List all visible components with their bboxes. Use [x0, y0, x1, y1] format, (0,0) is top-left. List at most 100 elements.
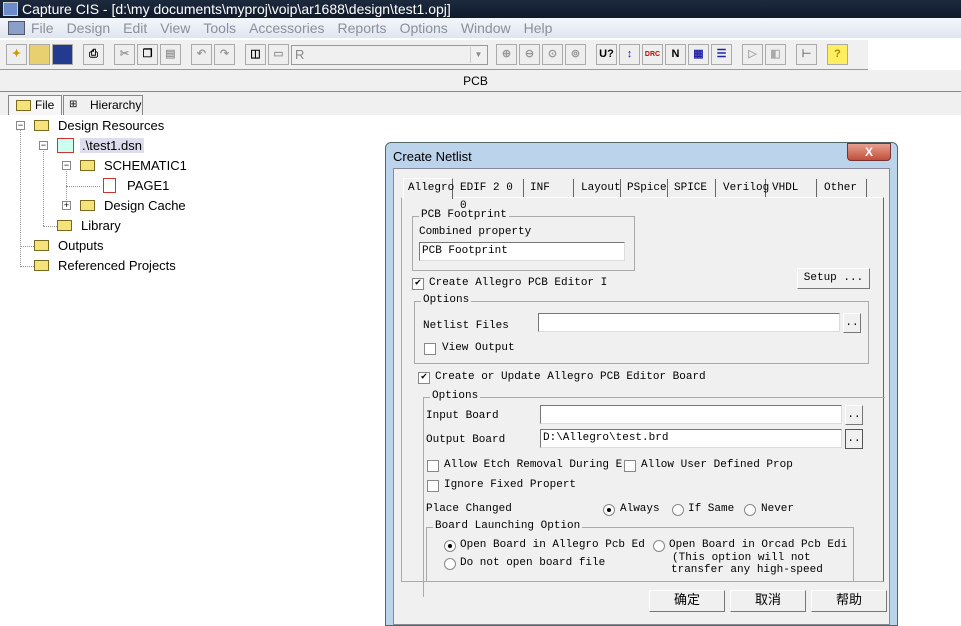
create-update-checkbox[interactable]: ✔ — [418, 372, 430, 384]
tab-layout[interactable]: Layout — [577, 179, 621, 198]
new-icon[interactable]: ✦ — [6, 44, 27, 65]
document-menu-icon[interactable] — [8, 21, 25, 35]
place-changed-label: Place Changed — [426, 503, 512, 515]
menu-options[interactable]: Options — [400, 20, 448, 36]
paste-icon[interactable]: ▤ — [160, 44, 181, 65]
netlist-browse-button[interactable]: .. — [843, 313, 861, 333]
expand-toggle[interactable]: + — [62, 201, 71, 210]
redo-icon[interactable]: ↷ — [214, 44, 235, 65]
chevron-down-icon[interactable]: ▼ — [470, 46, 486, 63]
place-if-same-label: If Same — [688, 503, 735, 515]
tree-node-design-cache[interactable]: Design Cache — [104, 198, 186, 213]
launch-none-radio[interactable] — [444, 558, 456, 570]
help-icon[interactable]: ? — [827, 44, 848, 65]
tab-verilog[interactable]: Verilog — [719, 179, 769, 198]
tree-node-referenced-projects[interactable]: Referenced Projects — [58, 258, 176, 273]
input-board-browse-button[interactable]: .. — [845, 405, 863, 425]
project-icon[interactable]: ◧ — [765, 44, 786, 65]
tab-other[interactable]: Other — [820, 179, 867, 198]
menu-edit[interactable]: Edit — [123, 20, 147, 36]
menu-design[interactable]: Design — [67, 20, 111, 36]
tree-node-schematic1[interactable]: SCHEMATIC1 — [104, 158, 187, 173]
save-icon[interactable] — [52, 44, 73, 65]
menu-reports[interactable]: Reports — [338, 20, 387, 36]
annotate-icon[interactable]: U? — [596, 44, 617, 65]
options-group-2: Options Input Board .. Output Board D:\A… — [423, 390, 885, 597]
close-button[interactable]: X — [847, 143, 891, 161]
place-never-radio[interactable] — [744, 504, 756, 516]
tab-edif[interactable]: EDIF 2 0 0 — [456, 179, 524, 212]
menu-accessories[interactable]: Accessories — [249, 20, 324, 36]
zoom-all-icon[interactable]: ⊚ — [565, 44, 586, 65]
zoom-out-icon[interactable]: ⊖ — [519, 44, 540, 65]
allow-etch-label: Allow Etch Removal During E — [444, 459, 623, 471]
create-allegro-checkbox[interactable]: ✔ — [412, 278, 424, 290]
combined-property-label: Combined property — [419, 226, 532, 238]
help-button[interactable]: 帮助 — [811, 590, 887, 612]
launch-orcad-radio[interactable] — [653, 540, 665, 552]
output-board-label: Output Board — [426, 434, 506, 446]
cut-icon[interactable]: ✂ — [114, 44, 135, 65]
folder-open-icon — [80, 160, 95, 171]
tab-pspice[interactable]: PSpice — [623, 179, 668, 198]
cross-ref-icon[interactable]: ▦ — [688, 44, 709, 65]
title-bar: Capture CIS - [d:\my documents\myproj\vo… — [0, 0, 961, 18]
view-output-checkbox[interactable] — [424, 343, 436, 355]
input-board-input[interactable] — [540, 405, 842, 424]
bom-icon[interactable]: ☰ — [711, 44, 732, 65]
menu-view[interactable]: View — [160, 20, 190, 36]
undo-icon[interactable]: ↶ — [191, 44, 212, 65]
tab-spice[interactable]: SPICE — [670, 179, 716, 198]
menu-tools[interactable]: Tools — [203, 20, 236, 36]
tab-hierarchy[interactable]: ⊞ Hierarchy — [63, 95, 143, 115]
back-annotate-icon[interactable]: ↕ — [619, 44, 640, 65]
drc-icon[interactable]: DRC — [642, 44, 663, 65]
tab-vhdl[interactable]: VHDL — [768, 179, 817, 198]
open-icon[interactable] — [29, 44, 50, 65]
output-board-input[interactable]: D:\Allegro\test.brd — [540, 429, 842, 448]
collapse-toggle[interactable]: − — [16, 121, 25, 130]
tree-node-design-resources[interactable]: Design Resources — [58, 118, 164, 133]
copy-icon[interactable]: ❐ — [137, 44, 158, 65]
snap-icon[interactable]: ▷ — [742, 44, 763, 65]
launch-allegro-radio[interactable] — [444, 540, 456, 552]
folder-icon — [80, 200, 95, 211]
output-board-browse-button[interactable]: .. — [845, 429, 863, 449]
allow-user-prop-checkbox[interactable] — [624, 460, 636, 472]
collapse-toggle[interactable]: − — [62, 161, 71, 170]
tree-node-page1[interactable]: PAGE1 — [127, 178, 169, 193]
tree-node-library[interactable]: Library — [81, 218, 121, 233]
options-group-1: Options Netlist Files .. View Output — [414, 294, 869, 364]
menu-file[interactable]: File — [31, 20, 54, 36]
menu-window[interactable]: Window — [461, 20, 511, 36]
tree-node-outputs[interactable]: Outputs — [58, 238, 104, 253]
setup-button[interactable]: Setup ... — [797, 268, 870, 289]
place-if-same-radio[interactable] — [672, 504, 684, 516]
menu-help[interactable]: Help — [524, 20, 553, 36]
cancel-button[interactable]: 取消 — [730, 590, 806, 612]
group-label: Board Launching Option — [433, 520, 583, 532]
part-combo[interactable]: R ▼ — [291, 44, 488, 65]
page-icon — [103, 178, 116, 193]
tab-allegro[interactable]: Allegro — [403, 178, 454, 199]
combined-property-input[interactable]: PCB Footprint — [419, 242, 625, 261]
tab-file[interactable]: File — [8, 95, 62, 115]
netlist-files-label: Netlist Files — [423, 320, 509, 332]
netlist-files-input[interactable] — [538, 313, 840, 332]
tile-icon[interactable]: ◫ — [245, 44, 266, 65]
ignore-fixed-checkbox[interactable] — [427, 480, 439, 492]
print-icon[interactable]: ⎙ — [83, 44, 104, 65]
ok-button[interactable]: 确定 — [649, 590, 725, 612]
place-never-label: Never — [761, 503, 795, 515]
tree-node-test1-dsn[interactable]: .\test1.dsn — [80, 138, 144, 153]
tab-inf[interactable]: INF — [526, 179, 574, 198]
zoom-in-icon[interactable]: ⊕ — [496, 44, 517, 65]
cascade-icon[interactable]: ▭ — [268, 44, 289, 65]
zoom-area-icon[interactable]: ⊙ — [542, 44, 563, 65]
netlist-icon[interactable]: N — [665, 44, 686, 65]
hierarchy-icon[interactable]: ⊢ — [796, 44, 817, 65]
place-always-radio[interactable] — [603, 504, 615, 516]
allow-etch-checkbox[interactable] — [427, 460, 439, 472]
board-launch-group: Board Launching Option Open Board in All… — [426, 520, 854, 582]
collapse-toggle[interactable]: − — [39, 141, 48, 150]
